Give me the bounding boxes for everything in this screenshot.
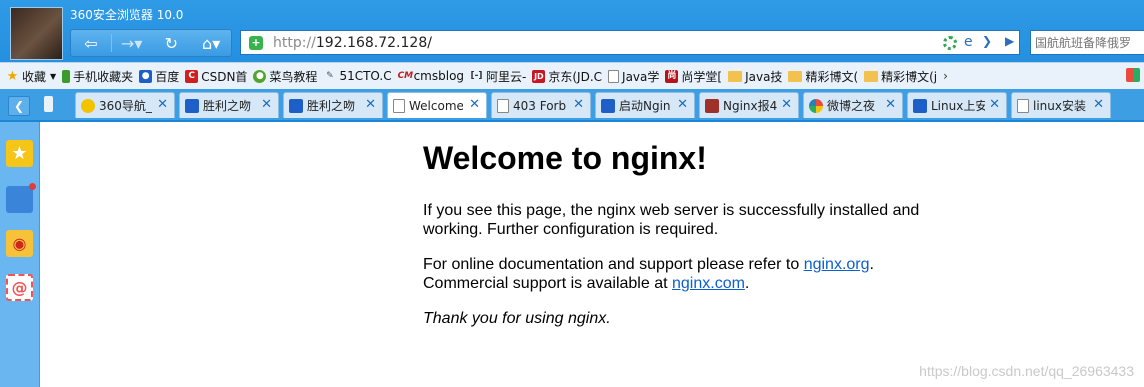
browser-tab-active[interactable]: Welcome ✕ <box>387 92 487 118</box>
chevron-down-icon: ▼ <box>50 71 57 81</box>
folder-icon <box>864 70 879 82</box>
bookmark-item[interactable]: Java学 <box>608 68 659 85</box>
loading-icon <box>943 36 957 50</box>
bookmark-item[interactable]: C CSDN首 <box>185 68 247 85</box>
nav360-icon <box>81 98 95 113</box>
browser-tab[interactable]: Nginx报4 ✕ <box>699 92 799 118</box>
support-paragraph: For online documentation and support ple… <box>423 256 874 292</box>
nginx-icon <box>705 98 719 113</box>
go-icon[interactable]: ▶ <box>1005 34 1014 48</box>
paw-icon <box>185 98 199 113</box>
tab-scroll-left-button[interactable]: ❮ <box>8 96 30 116</box>
browser-tab[interactable]: 胜利之吻 ✕ <box>179 92 279 118</box>
chevron-down-icon[interactable]: ❯ <box>982 34 992 48</box>
forward-button[interactable]: →▾ <box>112 30 152 56</box>
bookmark-folder[interactable]: Java技 <box>728 68 782 85</box>
engine-icon[interactable]: e <box>964 34 973 50</box>
page-icon <box>393 98 405 113</box>
bookmark-favorites[interactable]: ★ 收藏 ▼ <box>6 68 57 85</box>
close-icon[interactable]: ✕ <box>157 97 168 112</box>
close-icon[interactable]: ✕ <box>781 97 792 112</box>
left-sidebar: ★ ◉ @ <box>0 122 40 387</box>
close-icon[interactable]: ✕ <box>573 97 584 112</box>
home-button[interactable]: ⌂▾ <box>191 30 231 56</box>
bookmark-item[interactable]: CM cmsblog <box>398 69 464 83</box>
bookmark-item[interactable]: ✎ 51CTO.C <box>323 69 391 83</box>
watermark: https://blog.csdn.net/qq_26963433 <box>919 363 1134 379</box>
csdn-icon: C <box>185 69 199 83</box>
browser-tab[interactable]: 启动Ngin ✕ <box>595 92 695 118</box>
search-box[interactable] <box>1030 30 1144 55</box>
user-avatar[interactable] <box>10 7 63 60</box>
nginx-org-link[interactable]: nginx.org <box>804 256 870 273</box>
browser-tab[interactable]: Linux上安 ✕ <box>907 92 1007 118</box>
close-icon[interactable]: ✕ <box>469 97 480 112</box>
favorites-star-icon[interactable]: ★ <box>6 140 33 167</box>
shangxuetang-icon: 尚 <box>665 69 679 83</box>
close-icon[interactable]: ✕ <box>261 97 272 112</box>
intro-paragraph: If you see this page, the nginx web serv… <box>423 202 920 238</box>
51cto-icon: ✎ <box>326 70 334 81</box>
address-bar[interactable]: + http://192.168.72.128/ e ❯ ▶ <box>240 30 1020 55</box>
close-icon[interactable]: ✕ <box>1093 97 1104 112</box>
phone-icon <box>62 69 71 83</box>
window-title: 360安全浏览器 10.0 <box>70 8 184 22</box>
news-icon[interactable] <box>6 183 36 213</box>
back-button[interactable]: ⇦ <box>71 30 111 56</box>
url-text[interactable]: http://192.168.72.128/ <box>273 35 432 51</box>
page-content: Welcome to nginx! If you see this page, … <box>423 140 943 344</box>
search-input[interactable] <box>1035 32 1143 53</box>
browser-tab[interactable]: 胜利之吻 ✕ <box>283 92 383 118</box>
page-icon <box>1017 98 1029 113</box>
runoob-icon: ● <box>253 69 267 83</box>
bookmarks-more-button[interactable]: › <box>943 69 948 83</box>
baidu-icon: ● <box>139 69 153 83</box>
navigation-buttons: ⇦ →▾ ↻ ⌂▾ <box>70 29 232 57</box>
browser-tab[interactable]: 403 Forb ✕ <box>491 92 591 118</box>
close-icon[interactable]: ✕ <box>365 97 376 112</box>
mobile-icon[interactable] <box>44 96 53 112</box>
bookmark-item[interactable]: 手机收藏夹 <box>62 68 133 85</box>
bookmark-item[interactable]: [-] 阿里云- <box>470 68 527 85</box>
thanks-text: Thank you for using nginx. <box>423 310 611 327</box>
paw-icon <box>913 98 927 113</box>
nginx-com-link[interactable]: nginx.com <box>672 275 745 292</box>
page-icon <box>608 69 620 83</box>
security-shield-icon[interactable]: + <box>249 36 263 50</box>
mail-icon[interactable]: @ <box>6 274 33 301</box>
weibo-icon <box>809 98 823 113</box>
paw-icon <box>601 98 615 113</box>
aliyun-icon: [-] <box>470 70 483 81</box>
apps-grid-icon[interactable] <box>1126 68 1140 82</box>
bookmark-item[interactable]: ● 菜鸟教程 <box>253 68 317 85</box>
star-icon: ★ <box>6 68 19 84</box>
page-heading: Welcome to nginx! <box>423 140 707 176</box>
page-icon <box>497 98 509 113</box>
browser-tab[interactable]: linux安装 ✕ <box>1011 92 1111 118</box>
weibo-icon[interactable]: ◉ <box>6 230 33 257</box>
tab-list: 360导航_ ✕ 胜利之吻 ✕ 胜利之吻 ✕ Welcome ✕ 403 Forb ✕ 启… <box>75 92 1115 120</box>
tab-strip: ❮ 360导航_ ✕ 胜利之吻 ✕ 胜利之吻 ✕ Welcome ✕ 403 Forb ✕… <box>0 89 1144 120</box>
bookmark-folder[interactable]: 精彩博文( <box>788 68 858 85</box>
jd-icon: JD <box>532 69 546 83</box>
close-icon[interactable]: ✕ <box>885 97 896 112</box>
close-icon[interactable]: ✕ <box>989 97 1000 112</box>
bookmark-folder[interactable]: 精彩博文(j <box>864 68 937 85</box>
bookmark-item[interactable]: JD 京东(JD.C <box>532 68 602 85</box>
bookmark-item[interactable]: 尚尚学堂[ <box>665 68 722 85</box>
close-icon[interactable]: ✕ <box>677 97 688 112</box>
cmsblog-icon: CM <box>397 70 414 81</box>
refresh-button[interactable]: ↻ <box>152 30 192 56</box>
paw-icon <box>289 98 303 113</box>
browser-tab[interactable]: 360导航_ ✕ <box>75 92 175 118</box>
folder-icon <box>728 70 743 82</box>
bookmarks-bar: ★ 收藏 ▼ 手机收藏夹 ● 百度 C CSDN首 ● 菜鸟教程 ✎ 51CTO.C CM c… <box>0 62 1144 89</box>
bookmark-item[interactable]: ● 百度 <box>139 68 179 85</box>
folder-icon <box>788 70 803 82</box>
browser-tab[interactable]: 微博之夜 ✕ <box>803 92 903 118</box>
